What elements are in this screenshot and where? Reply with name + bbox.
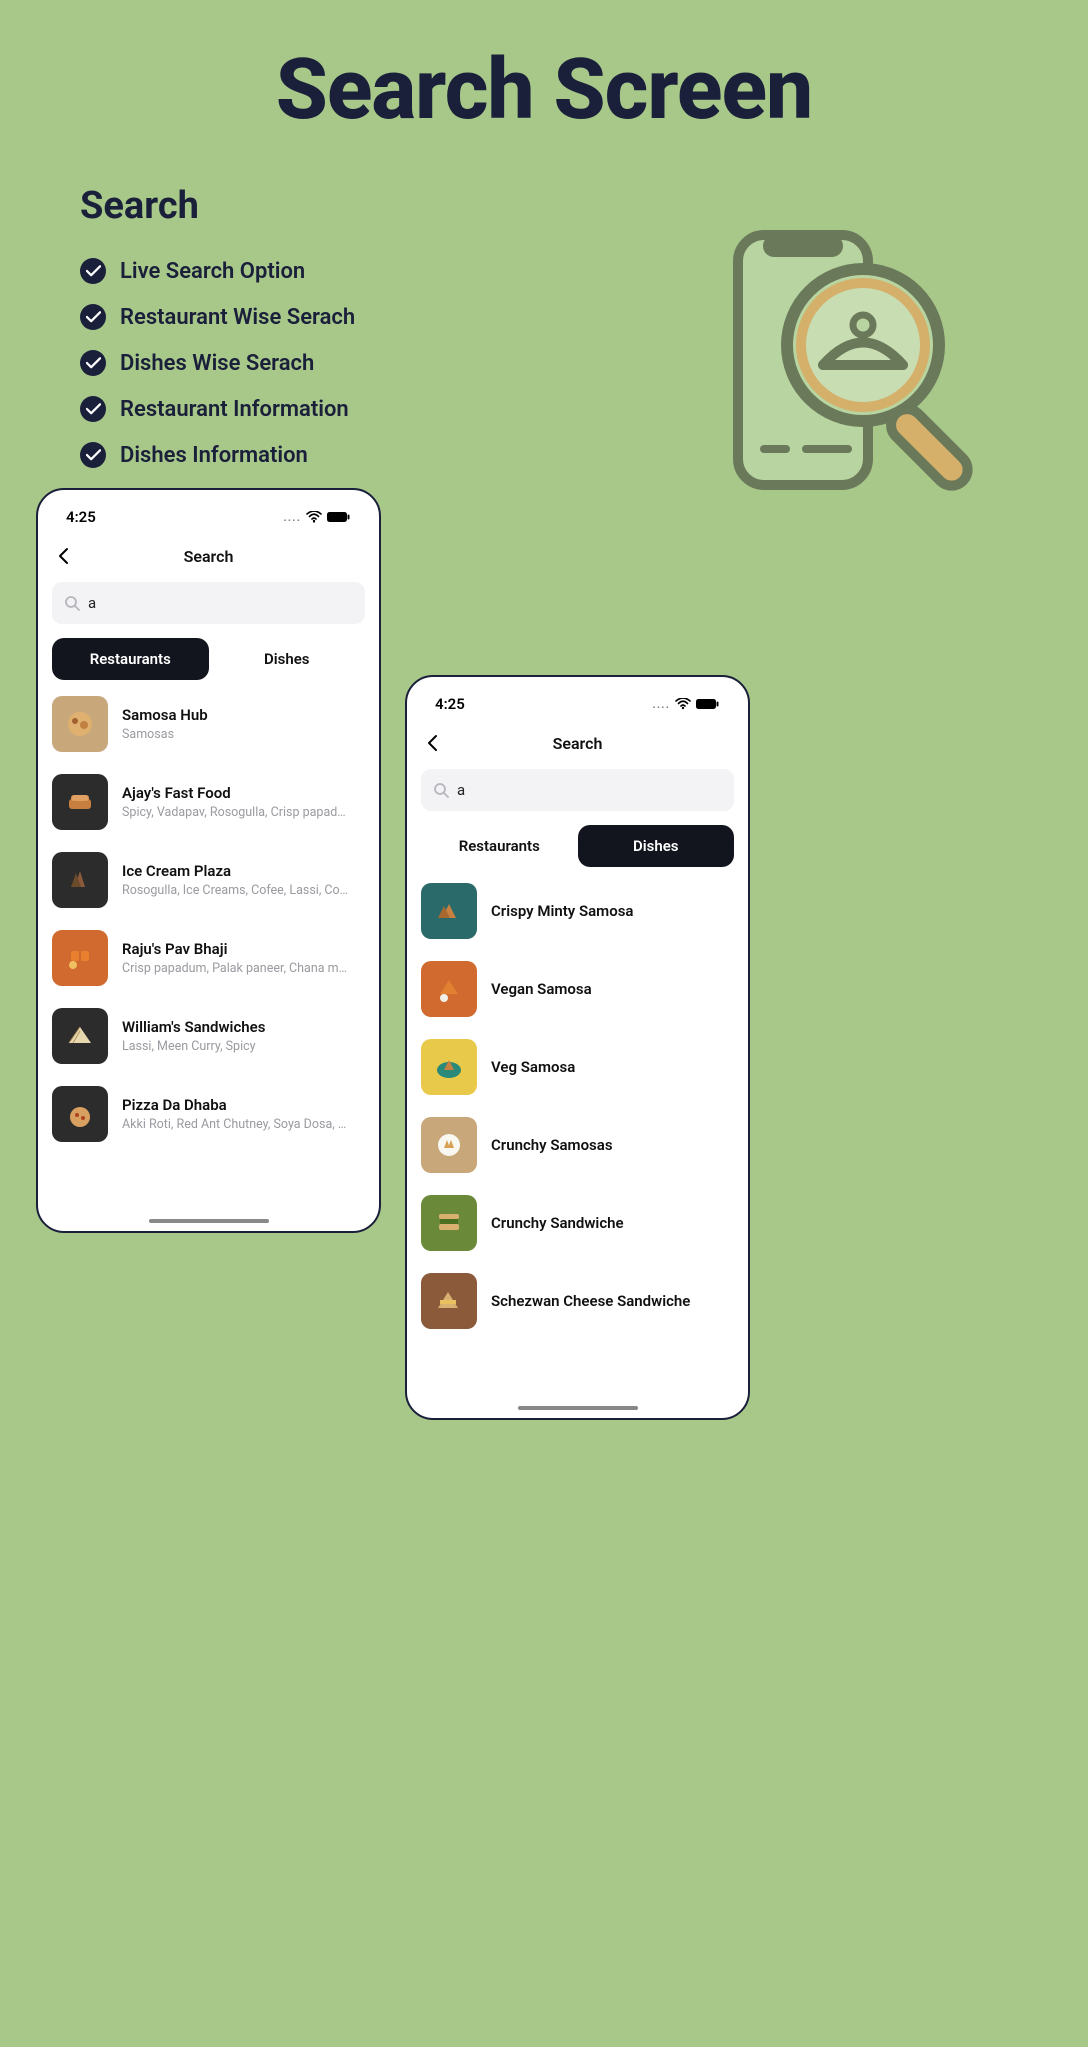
item-title: Veg Samosa [491, 1058, 575, 1076]
signal-dots-icon: .... [283, 510, 301, 524]
thumbnail [52, 696, 108, 752]
list-item[interactable]: Crispy Minty Samosa [421, 883, 734, 939]
screen-title: Search [553, 734, 603, 753]
wifi-icon [675, 698, 691, 710]
item-subtitle: Spicy, Vadapav, Rosogulla, Crisp papadum… [122, 805, 352, 820]
search-input[interactable]: a [52, 582, 365, 624]
list-item[interactable]: Schezwan Cheese Sandwiche [421, 1273, 734, 1329]
screen-title: Search [184, 547, 234, 566]
item-title: Vegan Samosa [491, 980, 592, 998]
item-title: Crispy Minty Samosa [491, 902, 633, 920]
section-title: Search [80, 184, 1088, 228]
phone-mock-dishes: 4:25 .... Search a Restaurants Dishes Cr… [405, 675, 750, 1420]
thumbnail [421, 1117, 477, 1173]
item-title: Schezwan Cheese Sandwiche [491, 1292, 690, 1310]
signal-dots-icon: .... [652, 697, 670, 711]
restaurant-list: Samosa Hub Samosas Ajay's Fast Food Spic… [52, 696, 365, 1142]
search-icon [64, 595, 80, 611]
status-bar: 4:25 .... [52, 504, 365, 534]
phone-mock-restaurants: 4:25 .... Search a Restaurants Dishes [36, 488, 381, 1233]
battery-icon [696, 698, 720, 710]
item-title: Pizza Da Dhaba [122, 1096, 352, 1114]
feature-label: Live Search Option [120, 259, 305, 284]
search-value: a [457, 781, 465, 799]
item-title: Crunchy Sandwiche [491, 1214, 624, 1232]
feature-label: Dishes Information [120, 443, 308, 468]
back-icon[interactable] [54, 546, 74, 566]
check-icon [80, 442, 106, 468]
item-title: William's Sandwiches [122, 1018, 265, 1036]
thumbnail [421, 883, 477, 939]
wifi-icon [306, 511, 322, 523]
screen-header: Search [421, 727, 734, 759]
thumbnail [421, 961, 477, 1017]
item-subtitle: Akki Roti, Red Ant Chutney, Soya Dosa, L… [122, 1117, 352, 1132]
item-title: Samosa Hub [122, 706, 208, 724]
status-bar: 4:25 .... [421, 691, 734, 721]
thumbnail [52, 930, 108, 986]
status-time: 4:25 [435, 695, 465, 713]
tabs: Restaurants Dishes [421, 825, 734, 867]
list-item[interactable]: William's Sandwiches Lassi, Meen Curry, … [52, 1008, 365, 1064]
feature-label: Restaurant Information [120, 397, 349, 422]
thumbnail [421, 1273, 477, 1329]
tab-restaurants[interactable]: Restaurants [52, 638, 209, 680]
check-icon [80, 258, 106, 284]
thumbnail [52, 774, 108, 830]
back-icon[interactable] [423, 733, 443, 753]
tabs: Restaurants Dishes [52, 638, 365, 680]
item-subtitle: Samosas [122, 727, 208, 742]
item-title: Raju's Pav Bhaji [122, 940, 352, 958]
thumbnail [421, 1039, 477, 1095]
feature-label: Restaurant Wise Serach [120, 305, 355, 330]
list-item[interactable]: Raju's Pav Bhaji Crisp papadum, Palak pa… [52, 930, 365, 986]
tab-restaurants[interactable]: Restaurants [421, 825, 578, 867]
home-indicator[interactable] [149, 1219, 269, 1223]
list-item[interactable]: Ajay's Fast Food Spicy, Vadapav, Rosogul… [52, 774, 365, 830]
list-item[interactable]: Veg Samosa [421, 1039, 734, 1095]
home-indicator[interactable] [518, 1406, 638, 1410]
screen-header: Search [52, 540, 365, 572]
page-title: Search Screen [0, 0, 1088, 139]
list-item[interactable]: Crunchy Samosas [421, 1117, 734, 1173]
item-subtitle: Crisp papadum, Palak paneer, Chana mas..… [122, 961, 352, 976]
check-icon [80, 304, 106, 330]
list-item[interactable]: Vegan Samosa [421, 961, 734, 1017]
feature-label: Dishes Wise Serach [120, 351, 314, 376]
tab-dishes[interactable]: Dishes [209, 638, 366, 680]
item-title: Crunchy Samosas [491, 1136, 613, 1154]
search-value: a [88, 594, 96, 612]
thumbnail [52, 1086, 108, 1142]
list-item[interactable]: Crunchy Sandwiche [421, 1195, 734, 1251]
thumbnail [52, 1008, 108, 1064]
list-item[interactable]: Ice Cream Plaza Rosogulla, Ice Creams, C… [52, 852, 365, 908]
item-title: Ice Cream Plaza [122, 862, 352, 880]
dishes-list: Crispy Minty Samosa Vegan Samosa Veg Sam… [421, 883, 734, 1329]
status-time: 4:25 [66, 508, 96, 526]
thumbnail [52, 852, 108, 908]
check-icon [80, 396, 106, 422]
item-subtitle: Rosogulla, Ice Creams, Cofee, Lassi, Coc… [122, 883, 352, 898]
tab-dishes[interactable]: Dishes [578, 825, 735, 867]
thumbnail [421, 1195, 477, 1251]
search-input[interactable]: a [421, 769, 734, 811]
check-icon [80, 350, 106, 376]
battery-icon [327, 511, 351, 523]
list-item[interactable]: Samosa Hub Samosas [52, 696, 365, 752]
list-item[interactable]: Pizza Da Dhaba Akki Roti, Red Ant Chutne… [52, 1086, 365, 1142]
search-icon [433, 782, 449, 798]
item-subtitle: Lassi, Meen Curry, Spicy [122, 1039, 265, 1054]
item-title: Ajay's Fast Food [122, 784, 352, 802]
search-phone-illustration [708, 225, 988, 505]
